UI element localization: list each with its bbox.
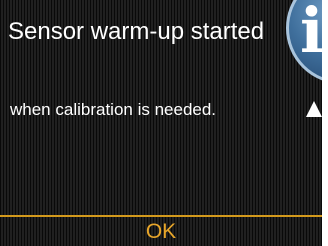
alert-title: Sensor warm-up started [8, 18, 265, 45]
alert-screen: i Sensor warm-up started when calibratio… [0, 0, 322, 246]
triangle-up-icon[interactable] [306, 101, 322, 117]
info-icon-letter: i [300, 0, 322, 67]
ok-button[interactable]: OK [0, 217, 322, 246]
device-frame: i Sensor warm-up started when calibratio… [0, 0, 328, 246]
alert-message: when calibration is needed. [10, 100, 217, 119]
